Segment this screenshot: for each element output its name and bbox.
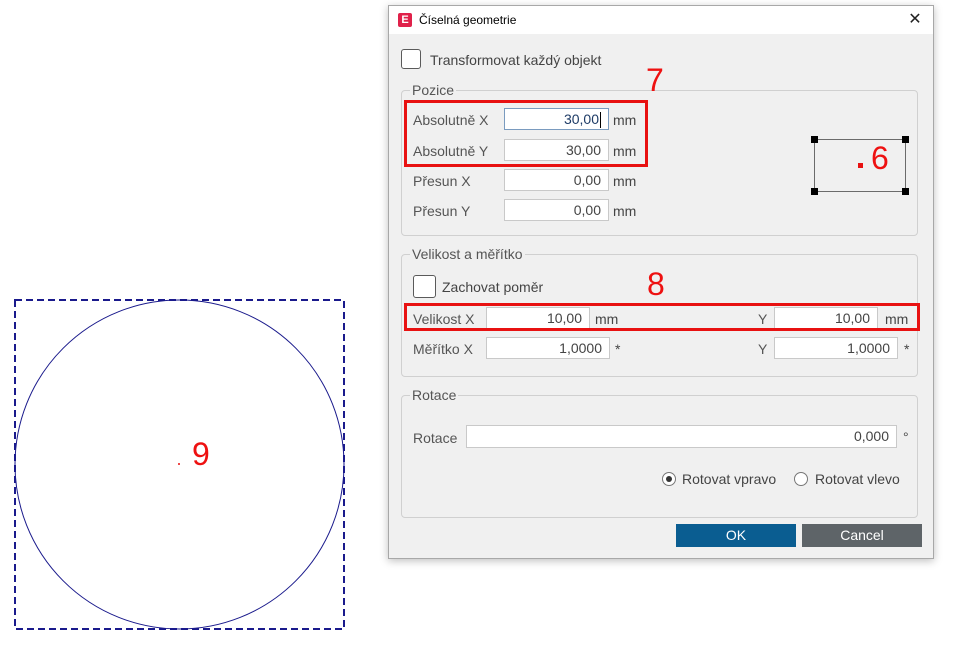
handle-bottom-right[interactable] [902, 188, 909, 195]
annotation-9: 9 [192, 436, 210, 472]
handle-bottom-left[interactable] [811, 188, 818, 195]
keep-ratio-label: Zachovat poměr [442, 279, 544, 295]
scale-x-label: Měřítko X [413, 341, 473, 357]
scale-x-input[interactable]: 1,0000 [486, 337, 610, 359]
move-y-unit: mm [613, 203, 637, 219]
move-y-label: Přesun Y [413, 203, 471, 219]
rotation-label: Rotace [413, 430, 458, 446]
annotation-8: 8 [647, 266, 665, 302]
scale-y-label: Y [758, 341, 768, 357]
move-y-input[interactable]: 0,00 [504, 199, 609, 221]
move-x-unit: mm [613, 173, 637, 189]
move-x-input[interactable]: 0,00 [504, 169, 609, 191]
annotation-6: 6 [871, 140, 889, 176]
rotation-legend: Rotace [410, 386, 459, 404]
annotation-box-absolute-position [404, 100, 648, 167]
scale-y-input[interactable]: 1,0000 [774, 337, 898, 359]
anchor-point-preview[interactable] [811, 136, 909, 195]
title-bar: E Číselná geometrie ✕ [389, 6, 933, 34]
scale-x-unit: * [615, 341, 621, 357]
handle-top-left[interactable] [811, 136, 818, 143]
move-x-label: Přesun X [413, 173, 471, 189]
app-logo-icon: E [398, 13, 412, 27]
rotation-group: Rotace [401, 386, 918, 518]
annotation-box-size [404, 303, 920, 331]
ok-button[interactable]: OK [676, 524, 796, 547]
dialog-title: Číselná geometrie [419, 13, 517, 27]
rotation-input[interactable]: 0,000 [466, 425, 897, 448]
size-scale-legend: Velikost a měřítko [410, 245, 525, 263]
rotate-left-radio[interactable] [794, 472, 808, 486]
rotate-right-label[interactable]: Rotovat vpravo [682, 470, 776, 488]
handle-top-right[interactable] [902, 136, 909, 143]
rotation-unit: ° [903, 429, 909, 445]
transform-each-label: Transformovat každý objekt [430, 52, 602, 68]
rotate-right-radio[interactable] [662, 472, 676, 486]
numeric-geometry-dialog: E Číselná geometrie ✕ Transformovat každ… [388, 5, 934, 559]
anchor-center-point[interactable] [858, 163, 863, 168]
cancel-button[interactable]: Cancel [802, 524, 922, 547]
transform-each-checkbox[interactable] [401, 49, 421, 69]
scale-y-unit: * [904, 341, 910, 357]
circle-center-point [178, 463, 180, 465]
close-icon[interactable]: ✕ [905, 10, 925, 30]
keep-ratio-checkbox[interactable] [413, 275, 436, 298]
annotation-7: 7 [646, 62, 664, 98]
position-legend: Pozice [410, 81, 457, 99]
rotate-left-label[interactable]: Rotovat vlevo [815, 470, 900, 488]
